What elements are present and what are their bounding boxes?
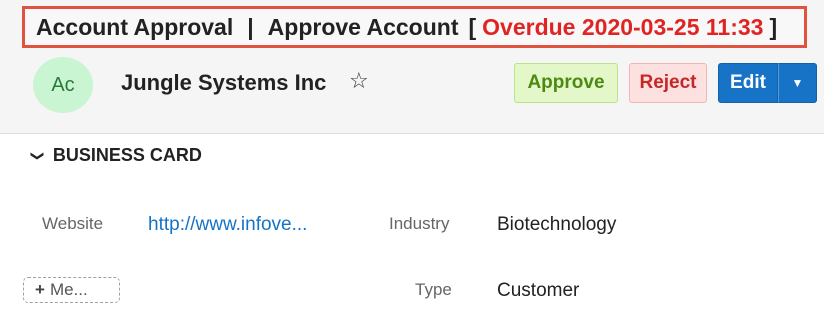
industry-label: Industry <box>389 214 450 233</box>
chevron-down-icon: ❯ <box>30 150 46 161</box>
record-header: Account Approval | Approve Account [ Ove… <box>0 0 824 134</box>
process-banner: Account Approval | Approve Account [ Ove… <box>22 6 807 48</box>
bracket-close: ] <box>769 13 778 40</box>
process-separator: | <box>247 13 254 40</box>
more-fields-label: Me... <box>49 280 88 299</box>
plus-icon: + <box>35 280 45 299</box>
reject-button[interactable]: Reject <box>629 63 707 103</box>
overdue-status: Overdue 2020-03-25 11:33 <box>482 13 764 40</box>
actions-dropdown-caret-icon[interactable]: ▼ <box>778 63 817 103</box>
process-module: Account Approval <box>36 13 234 40</box>
industry-value: Biotechnology <box>497 214 617 235</box>
business-card-panel-toggle[interactable]: ❯ BUSINESS CARD <box>30 145 202 166</box>
avatar: Ac <box>33 57 93 113</box>
record-name: Jungle Systems Inc <box>121 70 327 95</box>
process-step: Approve Account <box>267 13 459 40</box>
panel-title: BUSINESS CARD <box>52 145 202 165</box>
bracket-open: [ <box>468 13 477 40</box>
type-label: Type <box>415 280 452 299</box>
website-label: Website <box>42 214 104 233</box>
favorite-star-icon[interactable]: ☆ <box>349 68 369 94</box>
website-link[interactable]: http://www.infove... <box>148 214 307 236</box>
more-fields-button[interactable]: + Me... <box>23 277 120 303</box>
type-value: Customer <box>497 280 580 301</box>
edit-button[interactable]: Edit <box>718 63 778 103</box>
approve-button[interactable]: Approve <box>514 63 618 103</box>
